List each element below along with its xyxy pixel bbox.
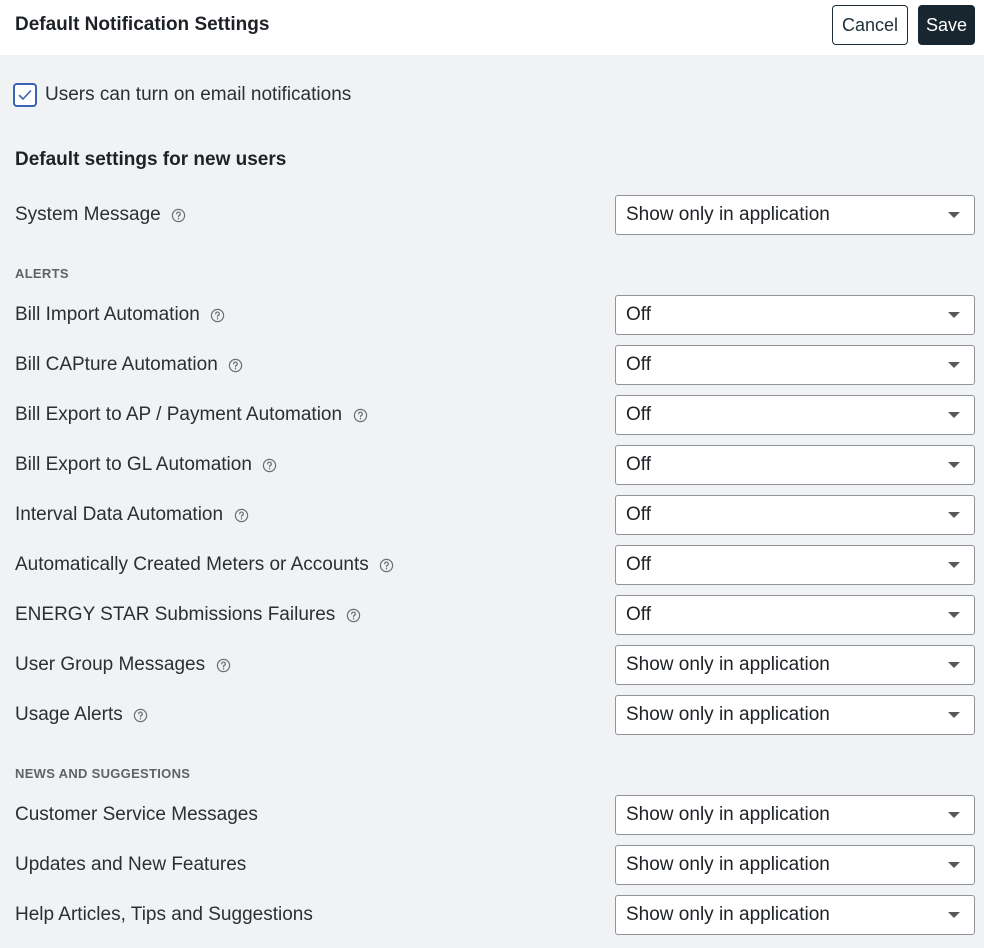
select-value: Off — [626, 304, 651, 325]
usage-alerts-select[interactable]: Show only in application — [615, 695, 975, 735]
caret-down-icon — [948, 862, 960, 868]
select-value: Off — [626, 604, 651, 625]
updates-new-features-label: Updates and New Features — [15, 845, 246, 885]
header-bar: Default Notification Settings Cancel Sav… — [0, 0, 984, 55]
save-button[interactable]: Save — [918, 5, 975, 45]
select-value: Off — [626, 404, 651, 425]
updates-new-features-select[interactable]: Show only in application — [615, 845, 975, 885]
caret-down-icon — [948, 512, 960, 518]
select-value: Show only in application — [626, 854, 830, 875]
caret-down-icon — [948, 462, 960, 468]
energy-star-failures-label: ENERGY STAR Submissions Failures — [15, 595, 361, 635]
caret-down-icon — [948, 212, 960, 218]
select-value: Show only in application — [626, 654, 830, 675]
alerts-section-label: ALERTS — [15, 266, 69, 281]
caret-down-icon — [948, 612, 960, 618]
cancel-button[interactable]: Cancel — [832, 5, 908, 45]
help-articles-select[interactable]: Show only in application — [615, 895, 975, 935]
setting-label: Updates and New Features — [15, 854, 247, 875]
bill-capture-automation-label: Bill CAPture Automation — [15, 345, 244, 385]
checkmark-icon — [18, 90, 32, 100]
bill-export-ap-label: Bill Export to AP / Payment Automation — [15, 395, 368, 435]
select-value: Off — [626, 354, 651, 375]
caret-down-icon — [948, 712, 960, 718]
setting-label: User Group Messages — [15, 654, 206, 675]
email-notifications-checkbox[interactable] — [13, 83, 37, 107]
setting-label: Bill Import Automation — [15, 304, 200, 325]
select-value: Show only in application — [626, 204, 830, 225]
email-notifications-label: Users can turn on email notifications — [45, 84, 352, 105]
auto-created-meters-select[interactable]: Off — [615, 545, 975, 585]
energy-star-failures-select[interactable]: Off — [615, 595, 975, 635]
select-value: Off — [626, 504, 651, 525]
setting-label: Usage Alerts — [15, 704, 123, 725]
setting-label: ENERGY STAR Submissions Failures — [15, 604, 336, 625]
caret-down-icon — [948, 562, 960, 568]
setting-label: System Message — [15, 204, 161, 225]
select-value: Show only in application — [626, 904, 830, 925]
auto-created-meters-label: Automatically Created Meters or Accounts — [15, 545, 395, 585]
select-value: Show only in application — [626, 704, 830, 725]
question-circle-icon[interactable] — [233, 507, 249, 523]
page-title: Default Notification Settings — [15, 14, 270, 35]
question-circle-icon[interactable] — [345, 607, 361, 623]
news-section-label: NEWS AND SUGGESTIONS — [15, 766, 191, 781]
system-message-select[interactable]: Show only in application — [615, 195, 975, 235]
setting-label: Bill CAPture Automation — [15, 354, 218, 375]
interval-data-automation-label: Interval Data Automation — [15, 495, 249, 535]
user-group-messages-select[interactable]: Show only in application — [615, 645, 975, 685]
question-circle-icon[interactable] — [262, 457, 278, 473]
bill-import-automation-select[interactable]: Off — [615, 295, 975, 335]
customer-service-messages-select[interactable]: Show only in application — [615, 795, 975, 835]
select-value: Off — [626, 554, 651, 575]
bill-import-automation-label: Bill Import Automation — [15, 295, 226, 335]
caret-down-icon — [948, 662, 960, 668]
question-circle-icon[interactable] — [228, 357, 244, 373]
user-group-messages-label: User Group Messages — [15, 645, 231, 685]
setting-label: Bill Export to GL Automation — [15, 454, 252, 475]
question-circle-icon[interactable] — [210, 307, 226, 323]
question-circle-icon[interactable] — [171, 207, 187, 223]
question-circle-icon[interactable] — [352, 407, 368, 423]
question-circle-icon[interactable] — [379, 557, 395, 573]
default-settings-heading: Default settings for new users — [15, 149, 287, 170]
customer-service-messages-label: Customer Service Messages — [15, 795, 258, 835]
setting-label: Bill Export to AP / Payment Automation — [15, 404, 343, 425]
select-value: Off — [626, 454, 651, 475]
bill-export-gl-select[interactable]: Off — [615, 445, 975, 485]
setting-label: Interval Data Automation — [15, 504, 224, 525]
help-articles-label: Help Articles, Tips and Suggestions — [15, 895, 313, 935]
caret-down-icon — [948, 312, 960, 318]
interval-data-automation-select[interactable]: Off — [615, 495, 975, 535]
usage-alerts-label: Usage Alerts — [15, 695, 149, 735]
setting-label: Automatically Created Meters or Accounts — [15, 554, 369, 575]
system-message-label: System Message — [15, 195, 187, 235]
bill-capture-automation-select[interactable]: Off — [615, 345, 975, 385]
setting-label: Customer Service Messages — [15, 804, 258, 825]
select-value: Show only in application — [626, 804, 830, 825]
bill-export-ap-select[interactable]: Off — [615, 395, 975, 435]
caret-down-icon — [948, 362, 960, 368]
caret-down-icon — [948, 912, 960, 918]
question-circle-icon[interactable] — [215, 657, 231, 673]
bill-export-gl-label: Bill Export to GL Automation — [15, 445, 278, 485]
caret-down-icon — [948, 412, 960, 418]
email-notifications-option[interactable]: Users can turn on email notifications — [13, 82, 351, 108]
caret-down-icon — [948, 812, 960, 818]
question-circle-icon[interactable] — [133, 707, 149, 723]
setting-label: Help Articles, Tips and Suggestions — [15, 904, 313, 925]
